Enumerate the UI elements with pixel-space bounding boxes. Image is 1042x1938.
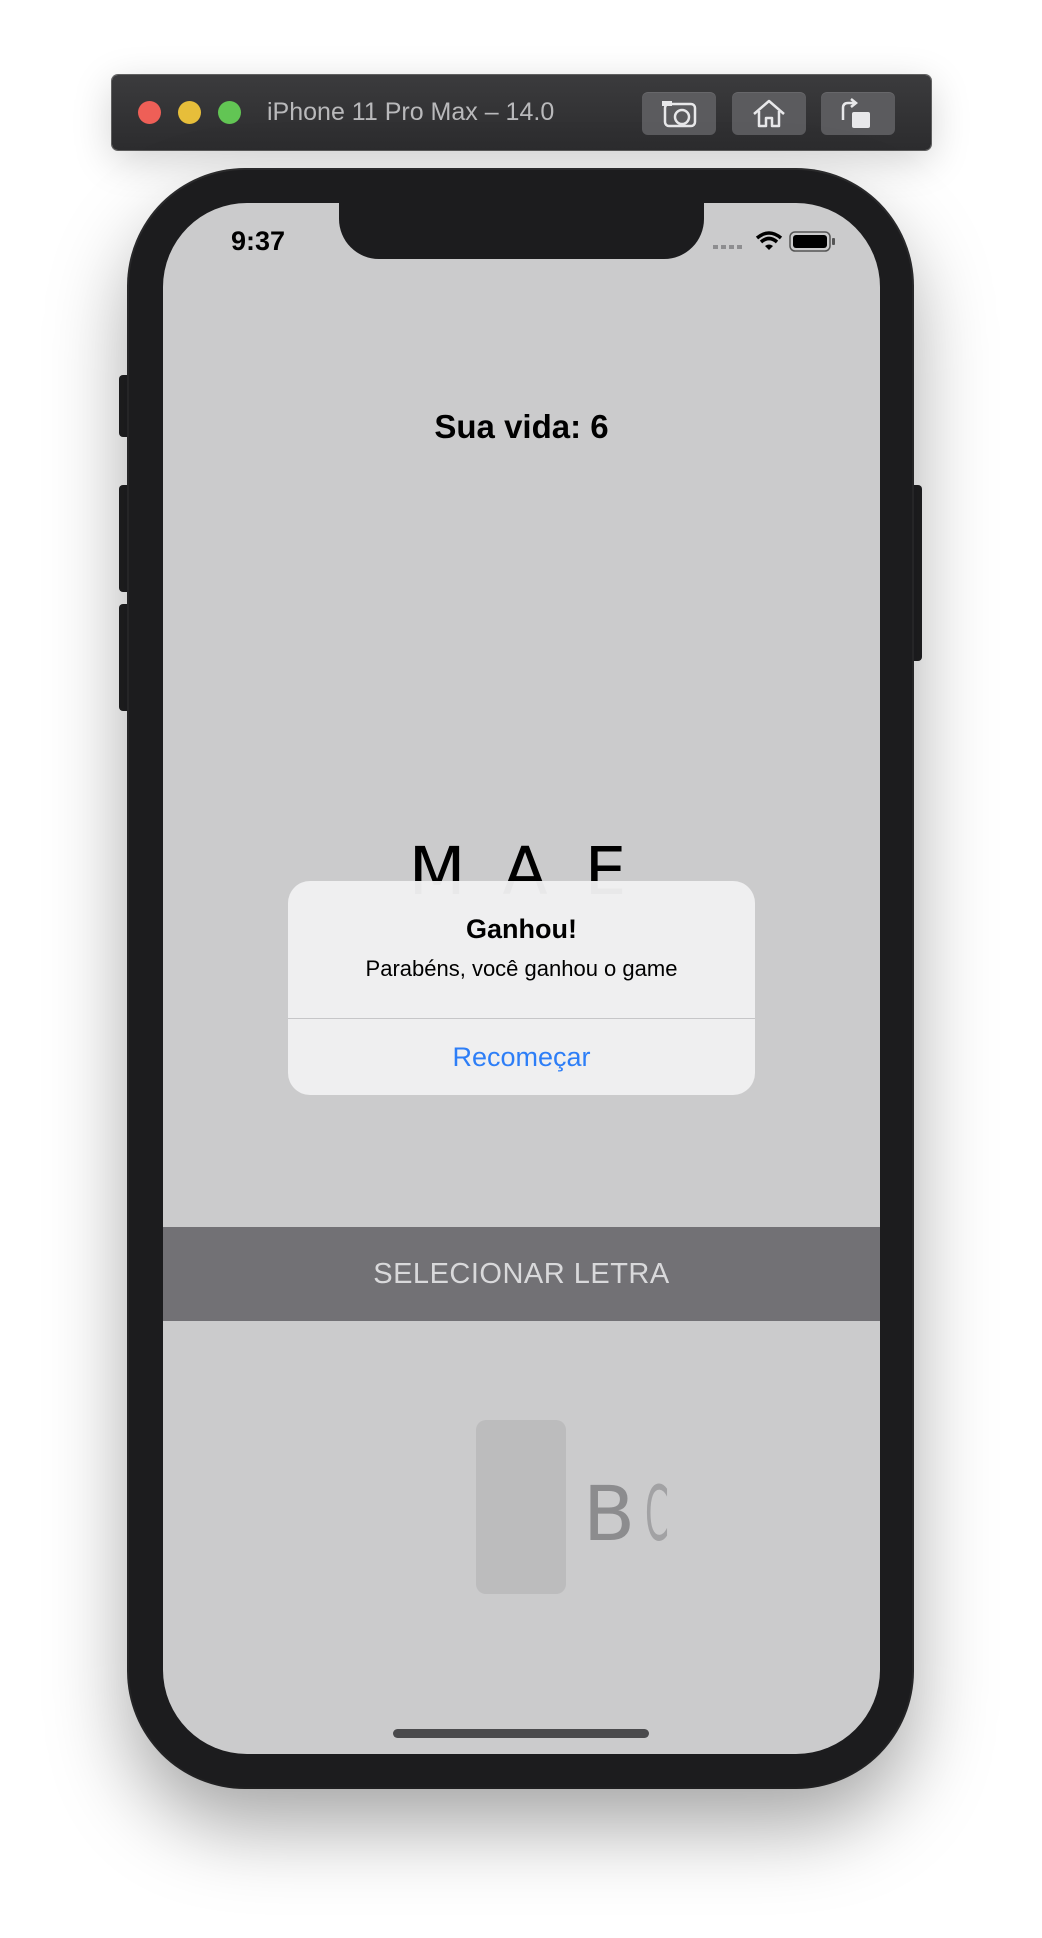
notch bbox=[339, 203, 704, 259]
simulator-titlebar: iPhone 11 Pro Max – 14.0 bbox=[112, 75, 931, 150]
select-letter-label: SELECIONAR LETRA bbox=[373, 1258, 670, 1290]
alert-title: Ganhou! bbox=[466, 914, 577, 944]
restart-button[interactable]: Recomeçar bbox=[288, 1019, 755, 1095]
wifi-icon bbox=[755, 231, 783, 250]
home-icon bbox=[753, 99, 785, 128]
picker-selection-highlight[interactable] bbox=[476, 1420, 566, 1594]
signal-icon bbox=[713, 245, 742, 249]
win-alert: Ganhou! Parabéns, você ganhou o game Rec… bbox=[288, 881, 755, 1095]
battery-icon bbox=[789, 231, 835, 252]
rotate-button[interactable] bbox=[821, 92, 895, 135]
picker-letter[interactable]: C bbox=[645, 1469, 669, 1558]
home-button[interactable] bbox=[732, 92, 806, 135]
minimize-window-button[interactable] bbox=[178, 101, 201, 124]
life-label: Sua vida: 6 bbox=[434, 408, 609, 445]
status-time: 9:37 bbox=[231, 226, 286, 256]
screenshot-button[interactable] bbox=[642, 92, 716, 135]
camera-icon bbox=[662, 101, 697, 128]
picker-letter[interactable]: B bbox=[583, 1469, 635, 1558]
rotate-icon bbox=[841, 98, 870, 128]
home-indicator[interactable] bbox=[393, 1729, 649, 1738]
zoom-window-button[interactable] bbox=[218, 101, 241, 124]
status-icons bbox=[713, 227, 843, 262]
alert-message: Parabéns, você ganhou o game bbox=[365, 956, 678, 981]
device-screen: 9:37 Sua vida: 6 M A E Ganhou! Parabéns,… bbox=[163, 203, 880, 1754]
select-letter-button[interactable]: SELECIONAR LETRA bbox=[163, 1227, 880, 1321]
close-window-button[interactable] bbox=[138, 101, 161, 124]
simulator-title: iPhone 11 Pro Max – 14.0 bbox=[267, 98, 555, 126]
